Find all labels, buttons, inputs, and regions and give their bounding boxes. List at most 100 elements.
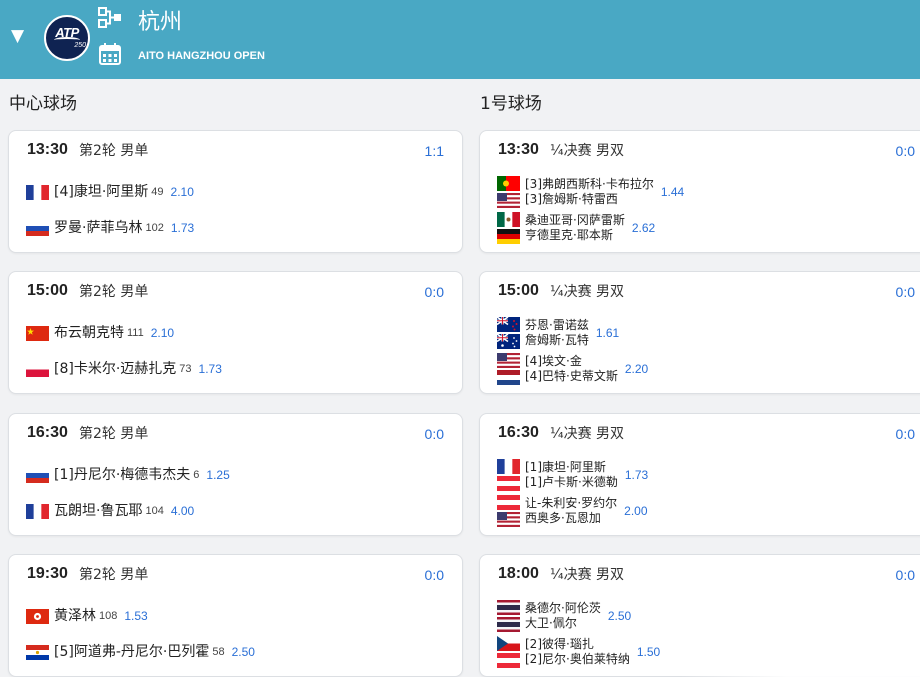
betting-odds[interactable]: 2.62 — [632, 221, 655, 235]
player-row[interactable]: 布云朝克特 111 2.10 — [26, 322, 174, 344]
flag-fr-icon — [26, 184, 49, 200]
flag-nz-icon — [497, 317, 520, 332]
match-score[interactable]: 0:0 — [896, 282, 915, 302]
betting-odds[interactable]: 1.73 — [199, 362, 222, 376]
flag-py-icon — [26, 644, 49, 660]
match-card[interactable]: 15:00 第2轮 男单 0:0 布云朝克特 111 2.10 [8]卡米尔·迈赫扎克 73 1… — [8, 271, 463, 394]
tournament-title: 杭州 — [138, 10, 183, 35]
flags — [497, 175, 520, 209]
player-names: 罗曼·萨菲乌林 — [54, 219, 142, 237]
player-name: 瓦朗坦·鲁瓦耶 — [54, 503, 143, 519]
betting-odds[interactable]: 2.50 — [608, 609, 631, 623]
betting-odds[interactable]: 2.00 — [624, 504, 647, 518]
player-row[interactable]: [3]弗朗西斯科·卡布拉尔 [3]詹姆斯·特雷西 1.44 — [497, 172, 684, 212]
match-score[interactable]: 0:0 — [896, 141, 915, 161]
match-round: ¼决赛 男双 — [550, 284, 625, 300]
player-row[interactable]: 黄泽林 108 1.53 — [26, 605, 148, 627]
court-title: 1号球场 — [480, 94, 542, 114]
flags — [26, 184, 49, 201]
player-name: 黄泽林 — [54, 608, 96, 624]
player-name: 大卫·佩尔 — [525, 616, 577, 630]
player-row[interactable]: [1]康坦·阿里斯 [1]卢卡斯·米德勒 1.73 — [497, 455, 648, 495]
player-row[interactable]: 桑迪亚哥·冈萨雷斯 亨德里克·耶本斯 2.62 — [497, 208, 655, 248]
player-row[interactable]: [2]彼得·瑙扎 [2]尼尔·奥伯莱特纳 1.50 — [497, 632, 660, 672]
player-names: 黄泽林 — [54, 607, 96, 625]
betting-odds[interactable]: 1.73 — [171, 221, 194, 235]
player-names: 让-朱利安·罗约尔 西奥多·瓦恩加 — [525, 496, 617, 526]
match-card[interactable]: 19:30 第2轮 男单 0:0 黄泽林 108 1.53 [5]阿道弗-丹尼尔·巴列霍 58… — [8, 554, 463, 677]
calendar-icon[interactable] — [99, 43, 121, 65]
player-name: 西奥多·瓦恩加 — [525, 511, 601, 525]
player-name: [4]巴特·史蒂文斯 — [525, 369, 618, 383]
betting-odds[interactable]: 2.20 — [625, 362, 648, 376]
flag-th-icon — [497, 600, 520, 615]
player-name: 芬恩·雷诺兹 — [525, 318, 589, 332]
flag-mx-icon — [497, 212, 520, 227]
player-names: [3]弗朗西斯科·卡布拉尔 [3]詹姆斯·特雷西 — [525, 177, 654, 207]
player-name: [3]詹姆斯·特雷西 — [525, 192, 618, 206]
flags — [26, 361, 49, 378]
flag-at-icon — [497, 476, 520, 491]
match-round: 第2轮 男单 — [79, 284, 149, 300]
player-names: 桑迪亚哥·冈萨雷斯 亨德里克·耶本斯 — [525, 213, 625, 243]
player-row[interactable]: [8]卡米尔·迈赫扎克 73 1.73 — [26, 358, 222, 380]
player-rank: 49 — [151, 186, 164, 198]
tournament-subtitle: AITO HANGZHOU OPEN — [138, 50, 265, 62]
player-names: [4]埃文·金 [4]巴特·史蒂文斯 — [525, 354, 618, 384]
flag-au-icon — [497, 334, 520, 349]
betting-odds[interactable]: 2.10 — [151, 326, 174, 340]
player-row[interactable]: 罗曼·萨菲乌林 102 1.73 — [26, 217, 194, 239]
player-row[interactable]: 瓦朗坦·鲁瓦耶 104 4.00 — [26, 500, 194, 522]
caret-down-icon[interactable]: ▼ — [11, 28, 24, 45]
match-round: 第2轮 男单 — [79, 143, 149, 159]
player-row[interactable]: 桑德尔·阿伦茨 大卫·佩尔 2.50 — [497, 596, 631, 636]
betting-odds[interactable]: 1.61 — [596, 326, 619, 340]
player-row[interactable]: [4]康坦·阿里斯 49 2.10 — [26, 181, 194, 203]
flag-pl-icon — [26, 361, 49, 377]
flag-nl-icon — [497, 370, 520, 385]
match-score[interactable]: 0:0 — [425, 424, 444, 444]
draw-bracket-icon[interactable] — [98, 7, 122, 29]
match-time: 19:30 — [27, 565, 68, 582]
flag-pt-icon — [497, 176, 520, 191]
betting-odds[interactable]: 1.53 — [124, 609, 147, 623]
betting-odds[interactable]: 2.10 — [171, 185, 194, 199]
flags — [497, 316, 520, 350]
flags — [26, 220, 49, 237]
match-card[interactable]: 15:00 ¼决赛 男双 0:0 芬恩·雷诺兹 詹姆斯·瓦特 1.61 [4]埃文·金 [4]… — [479, 271, 920, 394]
player-row[interactable]: [5]阿道弗-丹尼尔·巴列霍 58 2.50 — [26, 641, 255, 663]
betting-odds[interactable]: 4.00 — [171, 504, 194, 518]
player-name: 桑德尔·阿伦茨 — [525, 601, 601, 615]
player-row[interactable]: 芬恩·雷诺兹 詹姆斯·瓦特 1.61 — [497, 313, 619, 353]
betting-odds[interactable]: 1.73 — [625, 468, 648, 482]
betting-odds[interactable]: 1.44 — [661, 185, 684, 199]
match-card[interactable]: 13:30 ¼决赛 男双 0:0 [3]弗朗西斯科·卡布拉尔 [3]詹姆斯·特雷西 1.4… — [479, 130, 920, 253]
match-score[interactable]: 0:0 — [425, 282, 444, 302]
match-round: 第2轮 男单 — [79, 567, 149, 583]
match-card[interactable]: 16:30 第2轮 男单 0:0 [1]丹尼尔·梅德韦杰夫 6 1.25 瓦朗坦·鲁瓦耶 10… — [8, 413, 463, 536]
flag-fr-icon — [497, 459, 520, 474]
match-round: ¼决赛 男双 — [550, 426, 625, 442]
player-name: [2]尼尔·奥伯莱特纳 — [525, 652, 630, 666]
player-row[interactable]: [4]埃文·金 [4]巴特·史蒂文斯 2.20 — [497, 349, 648, 389]
match-time: 16:30 — [27, 424, 68, 441]
match-score[interactable]: 0:0 — [425, 565, 444, 585]
match-score[interactable]: 0:0 — [896, 565, 915, 585]
flags — [497, 458, 520, 492]
player-rank: 6 — [193, 469, 200, 481]
player-names: [1]丹尼尔·梅德韦杰夫 — [54, 466, 190, 484]
flags — [26, 503, 49, 520]
flags — [497, 494, 520, 528]
betting-odds[interactable]: 2.50 — [232, 645, 255, 659]
match-card[interactable]: 13:30 第2轮 男单 1:1 [4]康坦·阿里斯 49 2.10 罗曼·萨菲乌林 102 1… — [8, 130, 463, 253]
match-card[interactable]: 16:30 ¼决赛 男双 0:0 [1]康坦·阿里斯 [1]卢卡斯·米德勒 1.73 让-朱… — [479, 413, 920, 536]
betting-odds[interactable]: 1.25 — [206, 468, 229, 482]
flag-us-icon — [497, 193, 520, 208]
player-name: [8]卡米尔·迈赫扎克 — [54, 361, 177, 377]
flags — [26, 644, 49, 661]
betting-odds[interactable]: 1.50 — [637, 645, 660, 659]
match-score[interactable]: 0:0 — [896, 424, 915, 444]
player-row[interactable]: [1]丹尼尔·梅德韦杰夫 6 1.25 — [26, 464, 230, 486]
player-row[interactable]: 让-朱利安·罗约尔 西奥多·瓦恩加 2.00 — [497, 491, 648, 531]
match-score[interactable]: 1:1 — [425, 141, 444, 161]
